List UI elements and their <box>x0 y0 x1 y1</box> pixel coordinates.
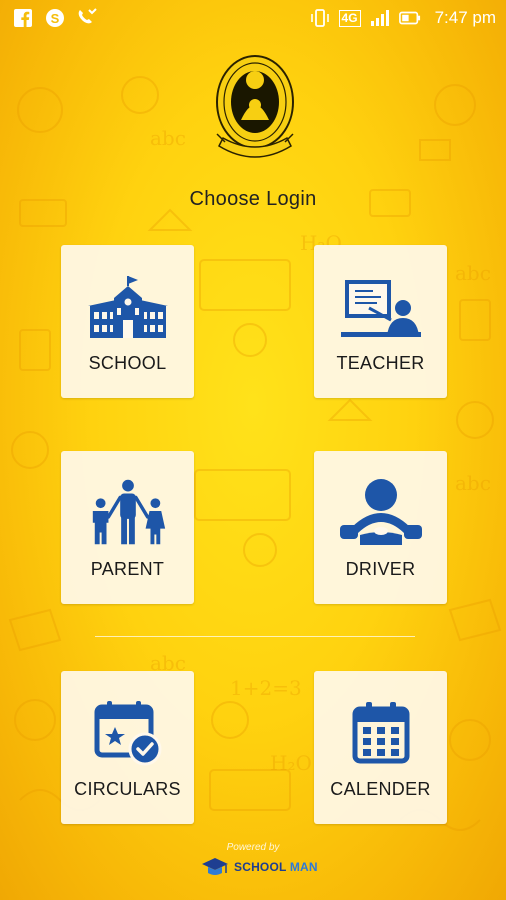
parent-label: PARENT <box>90 559 165 579</box>
battery-icon <box>398 7 421 29</box>
calender-label: CALENDER <box>330 779 431 799</box>
teacher-board-icon <box>338 273 424 341</box>
divider-line <box>95 636 415 637</box>
family-icon <box>85 479 171 547</box>
skype-icon: S <box>44 7 66 29</box>
status-bar: S 4G 7:47 pm <box>0 0 506 36</box>
brand-man: MAN <box>286 860 318 874</box>
calendar-grid-icon <box>338 699 424 767</box>
svg-text:1+2=3: 1+2=3 <box>230 676 302 700</box>
svg-text:abc: abc <box>150 126 186 150</box>
vibrate-icon <box>309 7 331 29</box>
network-type: 4G <box>338 9 361 27</box>
svg-text:S: S <box>51 11 60 26</box>
page-title: Choose Login <box>189 188 317 210</box>
svg-text:H₂O: H₂O <box>270 751 312 775</box>
parent-login-button[interactable]: PARENT <box>61 451 194 604</box>
signal-icon <box>369 7 391 29</box>
school-label: SCHOOL <box>88 353 167 373</box>
svg-text:abc: abc <box>455 261 491 285</box>
circulars-label: CIRCULARS <box>74 779 181 799</box>
missed-call-icon <box>76 7 98 29</box>
powered-by-text: Powered by <box>226 842 280 853</box>
schoolman-brand: SCHOOL MAN <box>200 856 318 878</box>
school-building-icon <box>85 273 171 341</box>
teacher-label: TEACHER <box>336 353 425 373</box>
brand-school: SCHOOL <box>234 860 287 874</box>
brand-text: SCHOOL MAN <box>234 860 318 874</box>
calendar-check-icon <box>85 699 171 767</box>
steering-wheel-driver-icon <box>338 479 424 547</box>
driver-login-button[interactable]: DRIVER <box>314 451 447 604</box>
svg-text:abc: abc <box>455 471 491 495</box>
school-crest-logo <box>216 55 294 158</box>
facebook-icon <box>12 7 34 29</box>
driver-label: DRIVER <box>345 559 416 579</box>
calender-button[interactable]: CALENDER <box>314 671 447 824</box>
teacher-login-button[interactable]: TEACHER <box>314 245 447 398</box>
graduation-cap-icon <box>202 858 228 875</box>
status-time: 7:47 pm <box>434 8 496 27</box>
circulars-button[interactable]: CIRCULARS <box>61 671 194 824</box>
school-login-button[interactable]: SCHOOL <box>61 245 194 398</box>
